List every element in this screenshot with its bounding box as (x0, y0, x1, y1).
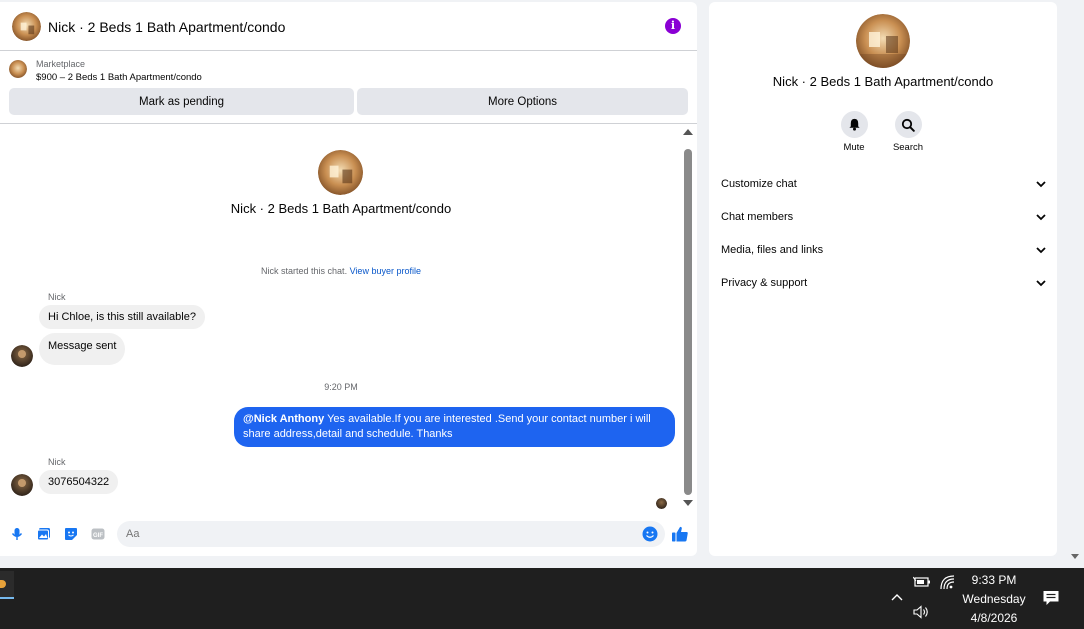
timestamp-separator: 9:20 PM (324, 382, 358, 392)
photo-icon[interactable] (37, 527, 51, 541)
listing-avatar[interactable] (12, 12, 41, 41)
section-label: Chat members (721, 211, 794, 223)
listing-thumbnail[interactable] (9, 60, 27, 78)
more-options-button[interactable]: More Options (357, 88, 688, 115)
intro-avatar (318, 150, 363, 195)
clock-day: Wednesday (962, 592, 1026, 606)
windows-taskbar: 9:33 PM Wednesday 4/8/2026 (0, 568, 1084, 629)
chevron-down-icon (1036, 213, 1046, 220)
volume-icon[interactable] (913, 605, 930, 619)
section-privacy-support[interactable]: Privacy & support (721, 272, 1046, 294)
clock-date: 4/8/2026 (970, 611, 1018, 625)
microphone-icon[interactable] (10, 527, 24, 541)
browser-app-icon (0, 580, 6, 588)
emoji-icon[interactable] (642, 526, 658, 542)
conversation-avatar[interactable] (856, 14, 910, 68)
seen-indicator-avatar (656, 498, 667, 509)
section-label: Customize chat (721, 178, 797, 190)
taskbar-browser-app[interactable] (0, 571, 14, 599)
marketplace-label: Marketplace (36, 59, 86, 69)
sender-name: Nick (48, 292, 66, 302)
chat-title[interactable]: Nick · 2 Beds 1 Bath Apartment/condo (48, 19, 285, 35)
notifications-icon[interactable] (1042, 589, 1060, 607)
conversation-title: Nick · 2 Beds 1 Bath Apartment/condo (772, 74, 994, 89)
search-label: Search (892, 142, 924, 153)
thumbs-up-icon[interactable] (671, 525, 689, 543)
chevron-down-icon (1036, 180, 1046, 187)
conversation-info-panel: Nick · 2 Beds 1 Bath Apartment/condo Mut… (709, 2, 1057, 556)
chat-header: Nick · 2 Beds 1 Bath Apartment/condo i (0, 2, 697, 51)
message-scrollbar[interactable] (683, 129, 693, 512)
mark-as-pending-button[interactable]: Mark as pending (9, 88, 354, 115)
system-note-text: Nick started this chat. (261, 266, 348, 276)
incoming-message[interactable]: 3076504322 (39, 470, 119, 494)
marketplace-listing-bar: Marketplace $900 – 2 Beds 1 Bath Apartme… (0, 52, 697, 124)
active-app-indicator (0, 597, 14, 599)
section-media-files-links[interactable]: Media, files and links (721, 239, 1046, 261)
message-composer: GIF (0, 517, 697, 551)
chat-panel: Nick · 2 Beds 1 Bath Apartment/condo i M… (0, 2, 697, 556)
incoming-message[interactable]: Message sent (39, 333, 126, 365)
chevron-up-icon[interactable] (891, 593, 903, 601)
message-input[interactable] (117, 521, 665, 547)
message-list: Nick · 2 Beds 1 Bath Apartment/condo Nic… (0, 125, 697, 512)
section-customize-chat[interactable]: Customize chat (721, 173, 1046, 195)
section-chat-members[interactable]: Chat members (721, 206, 1046, 228)
sticker-icon[interactable] (64, 527, 78, 541)
gif-icon[interactable]: GIF (91, 527, 105, 541)
battery-icon[interactable] (913, 576, 931, 588)
mute-button[interactable]: Mute (834, 111, 874, 153)
svg-text:GIF: GIF (93, 533, 103, 539)
wifi-icon[interactable] (940, 575, 955, 590)
system-clock[interactable]: 9:33 PM Wednesday 4/8/2026 (958, 571, 1030, 628)
sender-name: Nick (48, 457, 66, 467)
incoming-message[interactable]: Hi Chloe, is this still available? (39, 305, 205, 329)
mute-label: Mute (843, 142, 865, 153)
search-icon (901, 118, 915, 132)
section-label: Media, files and links (721, 244, 824, 256)
intro-title: Nick · 2 Beds 1 Bath Apartment/condo (230, 201, 452, 216)
clock-time: 9:33 PM (971, 573, 1017, 587)
chevron-down-icon (1036, 279, 1046, 286)
search-button[interactable]: Search (888, 111, 928, 153)
sender-avatar[interactable] (11, 345, 33, 367)
scroll-up-arrow-icon[interactable] (683, 129, 693, 135)
chevron-down-icon (1036, 246, 1046, 253)
scroll-down-arrow-icon[interactable] (683, 500, 693, 506)
outgoing-message[interactable]: @Nick Anthony Yes available.If you are i… (234, 407, 675, 447)
page-scroll-down-arrow-icon[interactable] (1071, 554, 1079, 559)
system-note: Nick started this chat. View buyer profi… (0, 266, 682, 276)
bell-icon (848, 118, 860, 131)
listing-price-title[interactable]: $900 – 2 Beds 1 Bath Apartment/condo (36, 72, 202, 83)
sender-avatar[interactable] (11, 474, 33, 496)
info-icon[interactable]: i (665, 18, 681, 34)
mention[interactable]: @Nick Anthony (243, 413, 324, 425)
scroll-thumb[interactable] (684, 149, 692, 495)
section-label: Privacy & support (721, 277, 808, 289)
view-buyer-profile-link[interactable]: View buyer profile (350, 266, 421, 276)
